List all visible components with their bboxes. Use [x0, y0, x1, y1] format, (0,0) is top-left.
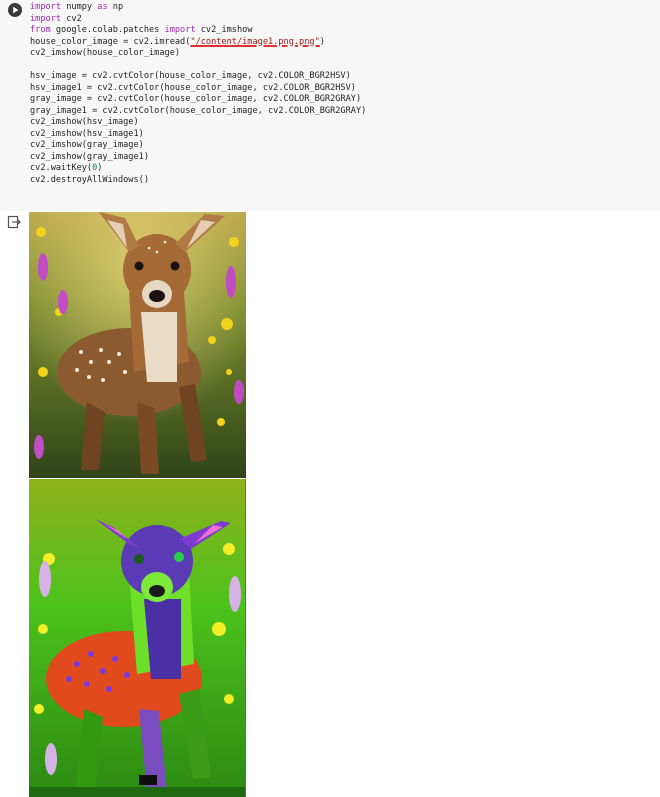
- code-token: ): [319, 36, 325, 47]
- code-cell[interactable]: import numpy as np import cv2 from google.…: [0, 0, 660, 212]
- code-token: numpy: [61, 2, 98, 12]
- code-token: import: [30, 13, 62, 24]
- code-line: cv2.waitKey(0): [30, 163, 366, 175]
- code-token: cv2.destroyAllWindows(): [30, 174, 149, 185]
- code-line: hsv_image1 = cv2.cvtColor(house_color_im…: [30, 83, 366, 95]
- code-token: ): [97, 163, 103, 173]
- code-token: hsv_image = cv2.cvtColor(house_color_ima…: [30, 71, 351, 81]
- code-token: import: [164, 25, 196, 35]
- code-token: gray_image1 = cv2.cvtColor(house_color_i…: [30, 105, 367, 116]
- code-line: cv2_imshow(gray_image): [30, 140, 366, 152]
- code-token: np: [107, 2, 124, 12]
- code-token: cv2_imshow(gray_image1): [30, 151, 149, 162]
- code-token: gray_image = cv2.cvtColor(house_color_im…: [30, 94, 362, 104]
- code-line: cv2_imshow(hsv_image1): [30, 129, 366, 141]
- code-token: hsv_image1 = cv2.cvtColor(house_color_im…: [30, 82, 356, 93]
- cell-output: [0, 211, 660, 797]
- code-token: as: [97, 2, 108, 12]
- code-line: cv2_imshow(gray_image1): [30, 152, 366, 164]
- code-token: import: [30, 2, 62, 12]
- run-cell-button[interactable]: [8, 3, 22, 17]
- code-line: cv2_imshow(hsv_image): [30, 117, 366, 129]
- output-redirect-icon[interactable]: [7, 215, 21, 229]
- code-editor[interactable]: import numpy as np import cv2 from google.…: [30, 2, 366, 186]
- code-token: google.colab.patches: [50, 25, 165, 35]
- fawn-color-image: [29, 212, 246, 478]
- code-token: cv2_imshow(gray_image): [30, 140, 144, 150]
- code-token: cv2: [61, 13, 82, 24]
- code-line: cv2_imshow(house_color_image): [30, 48, 366, 60]
- code-line: cv2.destroyAllWindows(): [30, 175, 366, 187]
- code-line: hsv_image = cv2.cvtColor(house_color_ima…: [30, 71, 366, 83]
- code-token: cv2.waitKey(: [30, 163, 93, 173]
- code-token: cv2_imshow(hsv_image): [30, 117, 139, 127]
- code-line: gray_image = cv2.cvtColor(house_color_im…: [30, 94, 366, 106]
- code-token: cv2_imshow: [195, 25, 253, 35]
- code-line: from google.colab.patches import cv2_ims…: [30, 25, 366, 37]
- code-line: import numpy as np: [30, 2, 366, 14]
- code-token: "/content/image1.png.png": [190, 36, 320, 47]
- code-token: house_color_image = cv2.imread(: [30, 36, 191, 47]
- code-token: cv2_imshow(hsv_image1): [30, 128, 144, 139]
- play-icon: [13, 6, 19, 14]
- code-line: gray_image1 = cv2.cvtColor(house_color_i…: [30, 106, 366, 118]
- code-token: cv2_imshow(house_color_image): [30, 48, 181, 58]
- fawn-hsv-image: [29, 479, 246, 797]
- code-token: from: [30, 25, 51, 35]
- code-line: import cv2: [30, 14, 366, 26]
- code-line: house_color_image = cv2.imread("/content…: [30, 37, 366, 49]
